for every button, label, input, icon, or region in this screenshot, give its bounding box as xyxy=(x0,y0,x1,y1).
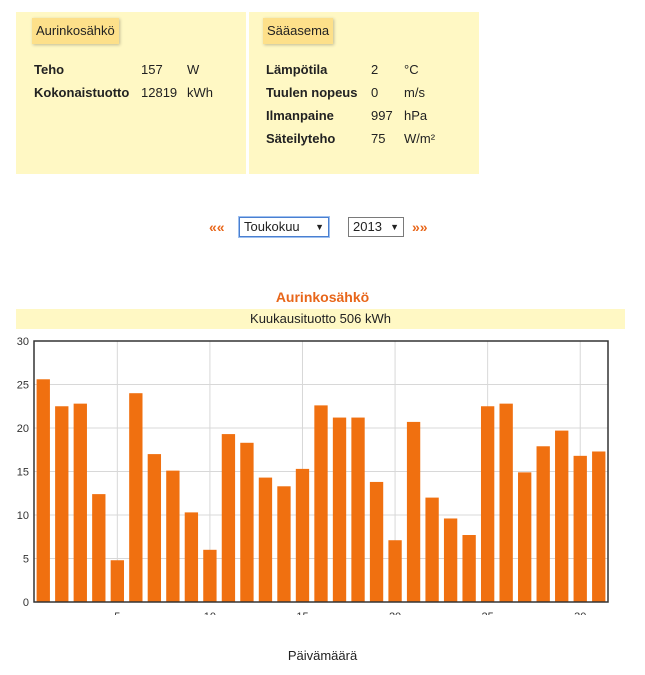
row-unit: kWh xyxy=(187,85,213,100)
bar-day-4 xyxy=(92,494,106,602)
y-tick-label: 5 xyxy=(23,554,29,566)
bar-day-24 xyxy=(462,535,476,602)
chevron-down-icon: ▼ xyxy=(390,222,399,232)
bar-day-21 xyxy=(406,421,421,602)
daily-production-chart: 0 5 10 15 20 25 30 5 10 15 20 25 30 xyxy=(17,336,609,615)
weather-rows: Lämpötila 2 °C Tuulen nopeus 0 m/s Ilmanpain… xyxy=(266,58,435,150)
chart-subtitle: Kuukausituotto 506 kWh xyxy=(16,309,625,329)
bar-day-27 xyxy=(518,472,532,602)
row-value: 75 xyxy=(371,131,386,146)
solar-row-power: Teho 157 W xyxy=(34,58,213,81)
x-tick-label: 30 xyxy=(574,611,586,615)
solar-row-total: Kokonaistuotto 12819 kWh xyxy=(34,81,213,104)
weather-panel-title: Sääasema xyxy=(263,18,334,44)
x-tick-label: 20 xyxy=(389,611,401,615)
bar-day-15 xyxy=(295,468,310,602)
year-select-value: 2013 xyxy=(353,219,382,234)
previous-month-link[interactable]: «« xyxy=(209,219,225,235)
bar-day-16 xyxy=(314,405,328,602)
bar-day-9 xyxy=(184,512,199,602)
y-tick-label: 20 xyxy=(17,423,29,435)
weather-row-wind: Tuulen nopeus 0 m/s xyxy=(266,81,435,104)
y-tick-label: 15 xyxy=(17,467,29,479)
bar-day-2 xyxy=(55,406,69,602)
x-tick-label: 5 xyxy=(114,611,120,615)
y-tick-label: 30 xyxy=(17,336,29,348)
month-select[interactable]: Toukokuu ▼ xyxy=(239,217,329,237)
bar-day-1 xyxy=(36,379,50,602)
y-tick-label: 25 xyxy=(17,380,29,392)
row-unit: W/m² xyxy=(404,131,436,146)
row-unit: °C xyxy=(404,62,419,77)
month-select-value: Toukokuu xyxy=(244,219,300,234)
bar-day-13 xyxy=(258,477,273,602)
row-value: 2 xyxy=(371,62,379,77)
bar-day-26 xyxy=(499,403,513,602)
bar-day-17 xyxy=(332,417,347,602)
solar-rows: Teho 157 W Kokonaistuotto 12819 kWh xyxy=(34,58,213,104)
bar-day-18 xyxy=(351,417,365,602)
bar-day-22 xyxy=(425,497,439,602)
x-axis-label: Päivämäärä xyxy=(287,648,358,663)
bar-day-11 xyxy=(221,434,236,602)
y-tick-label: 0 xyxy=(23,597,29,609)
bar-day-28 xyxy=(536,446,550,602)
solar-panel-title: Aurinkosähkö xyxy=(32,18,119,44)
bar-day-5 xyxy=(110,560,124,602)
row-label: Tuulen nopeus xyxy=(266,85,358,100)
bar-day-19 xyxy=(369,481,384,602)
bar-day-29 xyxy=(555,430,569,602)
bar-day-20 xyxy=(388,540,402,602)
row-unit: m/s xyxy=(404,85,425,100)
row-unit: hPa xyxy=(404,108,428,123)
weather-row-radiation: Säteilyteho 75 W/m² xyxy=(266,127,435,150)
bar-day-6 xyxy=(129,393,143,602)
row-unit: W xyxy=(187,62,200,77)
row-label: Säteilyteho xyxy=(266,131,336,146)
bar-day-14 xyxy=(277,486,291,602)
bar-day-7 xyxy=(147,454,162,602)
year-select[interactable]: 2013 ▼ xyxy=(348,217,404,237)
x-tick-label: 10 xyxy=(204,611,216,615)
row-value: 997 xyxy=(371,108,393,123)
bar-day-31 xyxy=(592,451,606,602)
bar-day-12 xyxy=(240,442,254,602)
row-label: Kokonaistuotto xyxy=(34,85,130,100)
month-navigation: «« Toukokuu ▼ 2013 ▼ »» xyxy=(0,217,645,241)
bar-day-3 xyxy=(73,403,87,602)
chevron-down-icon: ▼ xyxy=(315,222,324,232)
bar-day-10 xyxy=(203,549,217,602)
weather-row-temperature: Lämpötila 2 °C xyxy=(266,58,435,81)
bar-day-8 xyxy=(166,470,180,602)
row-label: Lämpötila xyxy=(266,62,328,77)
bar-day-30 xyxy=(573,455,587,602)
next-month-link[interactable]: »» xyxy=(412,219,428,235)
x-tick-label: 15 xyxy=(296,611,308,615)
row-label: Ilmanpaine xyxy=(266,108,334,123)
row-value: 12819 xyxy=(141,85,178,100)
row-value: 0 xyxy=(371,85,379,100)
solar-panel: Aurinkosähkö Teho 157 W Kokonaistuotto 1281… xyxy=(16,12,246,174)
row-value: 157 xyxy=(141,62,163,77)
x-tick-label: 25 xyxy=(482,611,494,615)
y-tick-label: 10 xyxy=(17,510,29,522)
row-label: Teho xyxy=(34,62,65,77)
bar-day-25 xyxy=(480,406,495,602)
weather-panel: Sääasema Lämpötila 2 °C Tuulen nopeus 0 m/s … xyxy=(249,12,479,174)
bar-day-23 xyxy=(443,518,458,602)
chart-title: Aurinkosähkö xyxy=(275,289,370,305)
weather-row-pressure: Ilmanpaine 997 hPa xyxy=(266,104,435,127)
